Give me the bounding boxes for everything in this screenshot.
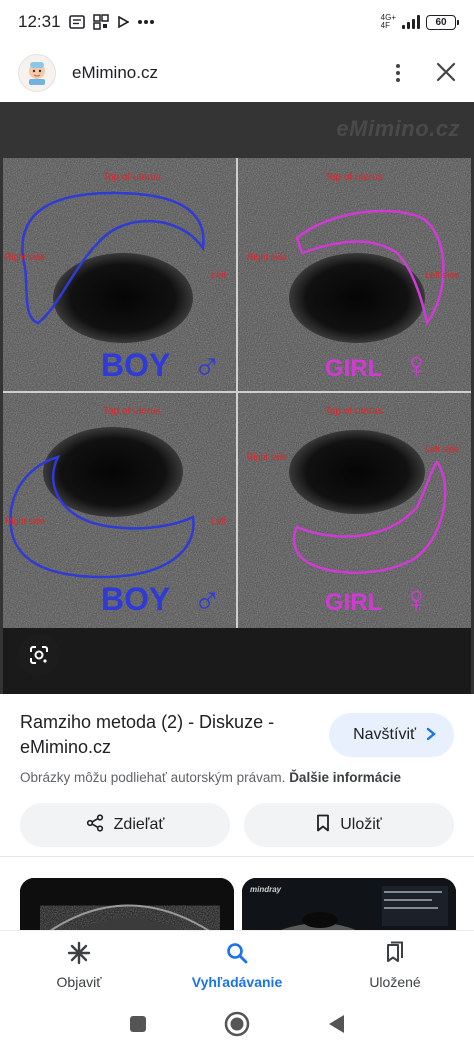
more-info-link[interactable]: Ďalšie informácie [289,770,401,785]
home-icon[interactable] [224,1011,250,1042]
gender-symbol: ♂ [193,345,222,387]
label-left-side: Left side [425,270,459,280]
gender-label: BOY [101,347,170,383]
viewer-header: eMimino.cz [0,44,474,102]
saved-collections-icon [383,941,407,968]
share-label: Zdieľať [113,816,165,833]
nav-search-label: Vyhľadávanie [191,974,283,990]
label-left-side: Left side [425,444,459,454]
chevron-right-icon [426,724,436,747]
gender-symbol: ♂ [193,579,222,621]
ultrasound-image[interactable]: Top of uterus Right side Left BOY ♂ Top of ut… [3,158,471,730]
label-left-side: Left [211,270,227,280]
label-right-side: Right side [247,252,287,262]
label-top-of-uterus: Top of uterus [325,172,383,183]
bookmark-icon [316,814,330,837]
gender-symbol: ♀ [402,579,431,621]
network-indicator: 4G+ 4F [380,13,396,30]
copyright-notice: Obrázky môžu podliehať autorským právam.… [20,770,401,785]
asterisk-icon [67,941,91,968]
label-right-side: Right side [5,516,45,526]
ultrasound-svg: Top of uterus Right side Left BOY ♂ Top of ut… [3,158,471,628]
watermark-text: eMimino.cz [336,116,460,141]
gender-symbol: ♀ [402,345,431,387]
signal-icon [402,15,420,29]
nav-discover-label: Objaviť [56,974,102,990]
image-viewer[interactable]: eMimino.cz Top of uterus Right side Left BO… [0,102,474,730]
battery-icon: 60 [426,14,459,30]
gender-label: GIRL [325,589,382,616]
label-right-side: Right side [5,252,45,262]
label-top-of-uterus: Top of uterus [103,172,161,183]
bottom-navigation: Objaviť Vyhľadávanie Uložené [0,930,474,1000]
label-right-side: Right side [247,452,287,462]
thumbnail-brand: mindray [250,885,282,894]
gender-label: GIRL [325,355,382,382]
visit-button[interactable]: Navštíviť [329,713,454,757]
label-top-of-uterus: Top of uterus [103,406,161,417]
gender-label: BOY [101,581,170,617]
google-lens-icon[interactable] [18,634,60,676]
image-title[interactable]: Ramziho metoda (2) - Diskuze - eMimino.c… [20,710,310,760]
recents-icon[interactable] [128,1014,148,1039]
share-button[interactable]: Zdieľať [20,803,230,847]
status-time: 12:31 [18,12,61,31]
status-bar: 12:31 4G+ 4F 60 [0,0,474,44]
back-icon[interactable] [326,1013,346,1040]
label-top-of-uterus: Top of uterus [325,406,383,417]
nav-saved[interactable]: Uložené [316,931,474,1000]
system-navigation-bar [0,1000,474,1053]
more-notifications-icon [137,19,155,25]
gestational-sac [53,253,193,343]
message-icon [68,15,85,29]
more-options-icon[interactable] [388,64,408,82]
nav-discover[interactable]: Objaviť [0,931,158,1000]
gestational-sac [289,253,425,343]
save-button[interactable]: Uložiť [244,803,454,847]
site-favicon [18,54,56,92]
play-icon [117,16,129,28]
related-image-thumbnail[interactable]: mindray [242,878,456,938]
visit-button-label: Navštíviť [353,726,416,743]
battery-level: 60 [435,16,447,28]
site-name[interactable]: eMimino.cz [72,63,158,83]
section-divider [0,856,474,857]
related-image-thumbnail[interactable] [20,878,234,938]
label-left-side: Left [211,516,227,526]
close-icon[interactable] [436,59,456,87]
grid-app-icon [92,14,109,30]
nav-saved-label: Uložené [369,974,421,990]
share-icon [86,813,104,837]
gestational-sac [289,430,425,514]
image-info-panel: Ramziho metoda (2) - Diskuze - eMimino.c… [0,694,474,854]
search-icon [225,941,249,968]
nav-search[interactable]: Vyhľadávanie [158,931,316,1000]
save-label: Uložiť [340,816,382,833]
